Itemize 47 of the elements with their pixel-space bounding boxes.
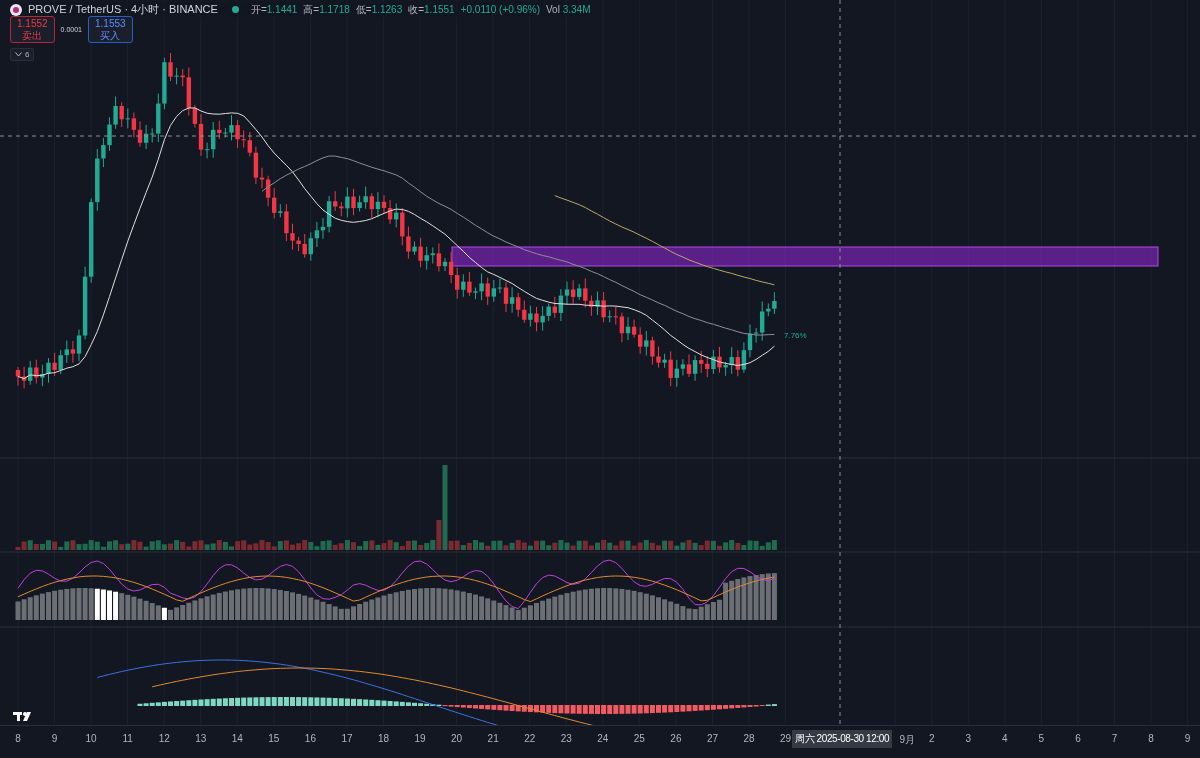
date-tick: 13 — [195, 733, 207, 744]
buy-button[interactable]: 1.1553 买入 — [88, 16, 133, 43]
date-tick: 15 — [268, 733, 280, 744]
volume-value: Vol 3.34M — [546, 4, 591, 15]
date-tick: 10 — [85, 733, 97, 744]
date-tick: 14 — [231, 733, 243, 744]
date-tick: 23 — [560, 733, 572, 744]
date-tick: 9月 — [899, 733, 915, 747]
change-value: +0.0110 (+0.96%) — [460, 4, 540, 15]
date-tick: 3 — [965, 733, 972, 744]
date-tick: 27 — [706, 733, 718, 744]
indicators-toggle[interactable]: 6 — [10, 48, 35, 61]
date-tick: 26 — [670, 733, 682, 744]
crosshair-date-label: 周六 2025-08-30 12:00 — [792, 730, 893, 748]
date-tick: 25 — [633, 733, 645, 744]
date-tick: 18 — [377, 733, 390, 744]
chevron-icon — [15, 52, 22, 57]
date-tick: 22 — [524, 733, 536, 744]
date-tick: 17 — [341, 733, 353, 744]
date-tick: 7 — [1111, 733, 1118, 744]
date-tick: 20 — [451, 733, 463, 744]
date-tick: 16 — [304, 733, 316, 744]
date-tick: 8 — [15, 733, 21, 744]
tv-logo-icon — [13, 712, 31, 721]
date-tick: 12 — [158, 733, 170, 744]
date-tick: 5 — [1038, 733, 1045, 744]
coin-logo-icon — [10, 3, 22, 16]
date-tick: 9 — [1184, 733, 1191, 744]
date-tick: 28 — [743, 733, 755, 744]
date-tick: 2 — [928, 733, 935, 744]
date-tick: 4 — [1002, 733, 1008, 744]
date-tick: 24 — [597, 733, 609, 744]
date-tick: 11 — [122, 733, 133, 744]
symbol-title: PROVE / TetherUS · 4小时 · BINANCE — [28, 2, 218, 17]
percent-label: 7.76% — [784, 331, 807, 340]
ohlc-value: 开=1.1441 — [250, 2, 298, 17]
ohlc-value: 收=1.1551 — [408, 2, 455, 17]
date-tick: 29 — [780, 733, 792, 744]
date-tick: 8 — [1148, 733, 1154, 744]
sell-button[interactable]: 1.1552 卖出 — [10, 16, 55, 43]
date-tick: 21 — [487, 733, 499, 744]
date-tick: 6 — [1075, 733, 1081, 744]
status-dot-icon — [231, 6, 239, 13]
ohlc-value: 低=1.1263 — [355, 2, 403, 17]
date-tick: 9 — [51, 733, 58, 744]
date-tick: 19 — [414, 733, 426, 744]
ohlc-value: 高=1.1718 — [303, 2, 350, 17]
